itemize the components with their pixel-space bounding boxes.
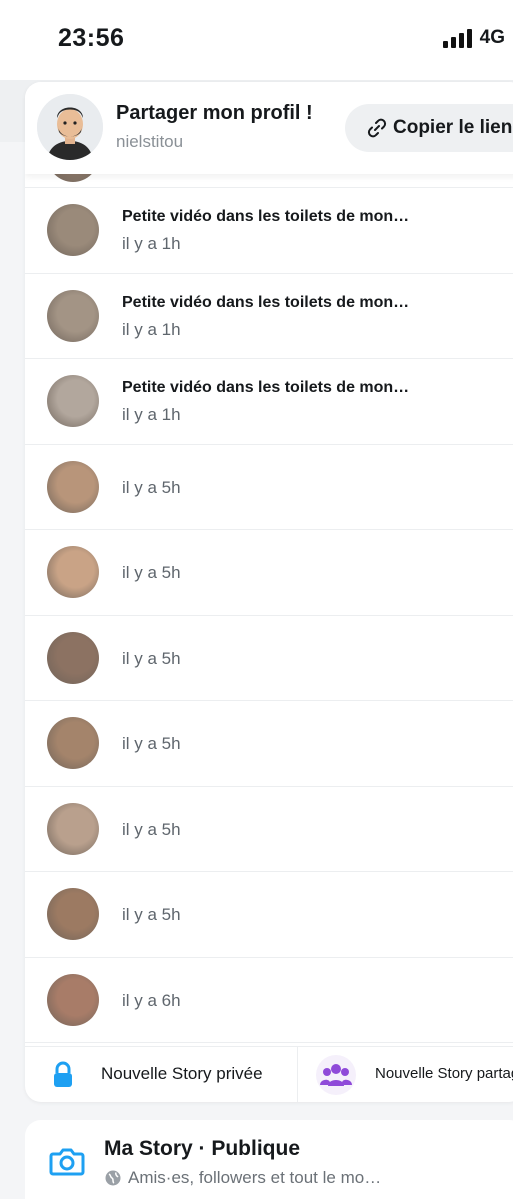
story-thumbnail[interactable] <box>47 460 99 513</box>
story-timestamp: il y a 6h <box>122 990 181 1010</box>
my-story-audience: Amis·es, followers et tout le mo… <box>128 1168 382 1187</box>
story-timestamp: il y a 5h <box>122 477 181 497</box>
story-thumbnail[interactable] <box>47 546 99 598</box>
story-thumbnail[interactable] <box>47 289 99 342</box>
story-item[interactable]: Petite vidéo dans les toilets de mon… il … <box>25 274 513 359</box>
share-profile-header[interactable]: Partager mon profil ! nielstitou Copier … <box>25 82 513 174</box>
link-icon <box>367 118 387 138</box>
story-thumbnail[interactable] <box>47 204 99 256</box>
story-item[interactable]: il y a 5h <box>25 445 513 530</box>
story-timestamp: il y a 5h <box>122 563 181 582</box>
story-item[interactable]: il y a 5h <box>25 872 513 958</box>
story-thumbnail[interactable] <box>47 973 99 1026</box>
story-timestamp: il y a 5h <box>122 734 181 753</box>
signal-icon <box>442 28 472 48</box>
story-title: Petite vidéo dans les toilets de mon… <box>122 208 410 225</box>
story-timestamp: il y a 1h <box>122 234 181 253</box>
copy-link-label: Copier le lien <box>393 117 513 138</box>
new-story-row: Nouvelle Story privée Nouvelle Story par… <box>25 1046 513 1102</box>
story-title: Petite vidéo dans les toilets de mon… <box>122 293 410 311</box>
lock-icon <box>45 1057 81 1093</box>
story-thumbnail[interactable] <box>47 888 99 940</box>
new-shared-story-button[interactable]: Nouvelle Story partagée <box>298 1047 513 1102</box>
story-item[interactable]: il y a 5h <box>25 530 513 616</box>
story-timestamp: il y a 1h <box>122 405 181 424</box>
story-item[interactable]: il y a 5h <box>25 701 513 787</box>
story-thumbnail[interactable] <box>47 631 99 684</box>
status-time: 23:56 <box>58 24 125 52</box>
story-item[interactable]: il y a 6h <box>25 958 513 1043</box>
story-timestamp: il y a 5h <box>122 648 181 668</box>
story-card: Partager mon profil ! nielstitou Copier … <box>25 82 513 1102</box>
story-thumbnail[interactable] <box>47 375 99 427</box>
status-bar: 23:56 4G <box>0 0 513 80</box>
profile-username: nielstitou <box>116 132 184 151</box>
story-item[interactable]: Petite vidéo dans les toilets de mon… il … <box>25 359 513 445</box>
story-list: Petite vidéo dans les toilets de mon… il … <box>25 130 513 1043</box>
story-timestamp: il y a 5h <box>122 905 181 924</box>
my-story-card[interactable]: Ma Story · Publique Amis·es, followers e… <box>25 1120 513 1199</box>
globe-icon <box>105 1170 121 1186</box>
new-shared-story-label: Nouvelle Story partagée <box>375 1065 513 1082</box>
story-item[interactable]: Petite vidéo dans les toilets de mon… il … <box>25 188 513 274</box>
story-thumbnail[interactable] <box>47 717 99 769</box>
story-timestamp: il y a 1h <box>122 319 181 339</box>
new-private-story-button[interactable]: Nouvelle Story privée <box>25 1047 298 1102</box>
avatar[interactable] <box>37 94 103 160</box>
story-title: Petite vidéo dans les toilets de mon… <box>122 379 410 396</box>
status-indicators: 4G <box>442 27 505 48</box>
story-timestamp: il y a 5h <box>122 819 181 839</box>
story-item[interactable]: il y a 5h <box>25 616 513 701</box>
camera-icon <box>49 1148 85 1176</box>
profile-title: Partager mon profil ! <box>116 102 313 124</box>
new-private-story-label: Nouvelle Story privée <box>101 1064 263 1083</box>
network-label: 4G <box>479 27 505 48</box>
my-story-subtitle: Amis·es, followers et tout le mo… <box>104 1168 381 1188</box>
story-thumbnail[interactable] <box>47 802 99 855</box>
story-item[interactable]: il y a 5h <box>25 787 513 872</box>
copy-link-button[interactable]: Copier le lien <box>345 104 513 152</box>
group-icon <box>316 1055 356 1095</box>
my-story-title: Ma Story · Publique <box>104 1137 301 1160</box>
